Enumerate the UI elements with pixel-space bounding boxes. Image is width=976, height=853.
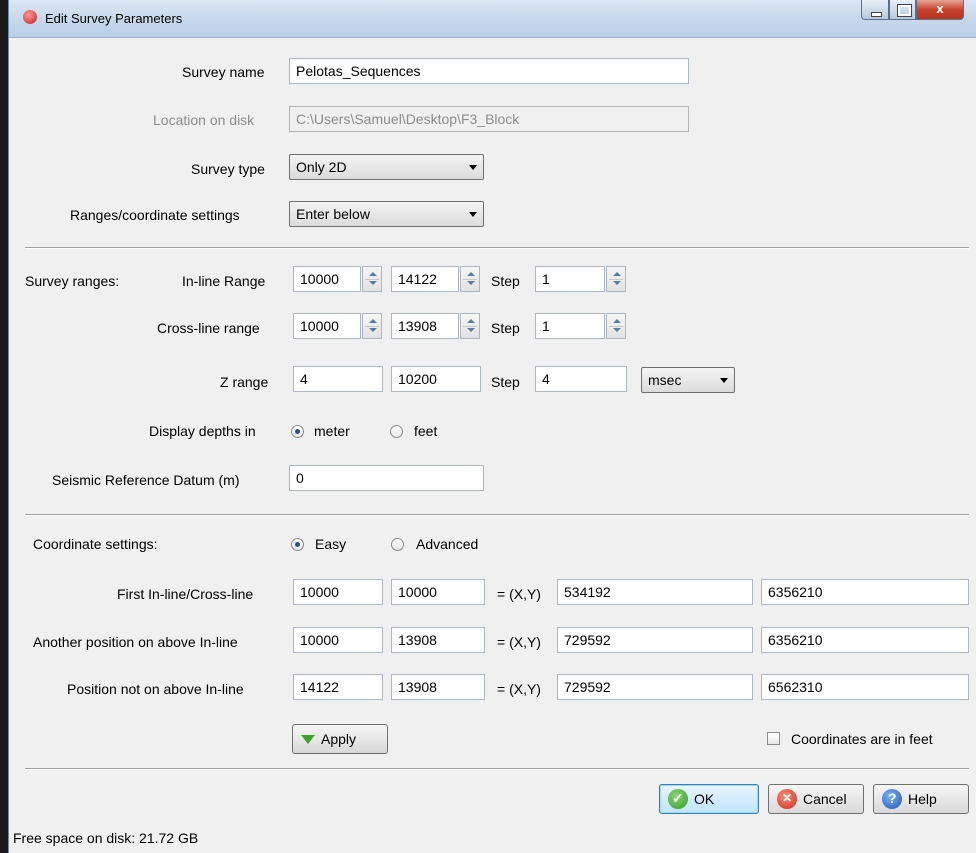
inline-start-input[interactable]: 10000 [293, 266, 361, 292]
z-step-input[interactable]: 4 [535, 366, 627, 392]
check-icon [668, 789, 688, 809]
crossline-start-input[interactable]: 10000 [293, 313, 361, 339]
title-bar[interactable]: Edit Survey Parameters x [9, 0, 976, 38]
cancel-button-label: Cancel [803, 791, 847, 807]
crossline-step-label: Step [491, 320, 520, 336]
another-y-input[interactable]: 6356210 [761, 627, 969, 653]
help-button-label: Help [908, 791, 937, 807]
cancel-icon [777, 789, 797, 809]
another-inline-input[interactable]: 10000 [293, 627, 383, 653]
arrow-down-icon [301, 734, 315, 744]
z-stop-input[interactable]: 10200 [391, 366, 481, 392]
survey-type-value: Only 2D [296, 159, 347, 175]
inline-range-label: In-line Range [182, 273, 266, 289]
apply-button-label: Apply [321, 731, 357, 747]
coords-feet-checkbox[interactable] [767, 732, 780, 745]
ok-button-label: OK [694, 791, 715, 807]
window-title: Edit Survey Parameters [45, 11, 183, 26]
apply-button[interactable]: Apply [292, 724, 388, 754]
minimize-button[interactable] [861, 0, 889, 20]
crossline-stop-input[interactable]: 13908 [391, 313, 459, 339]
close-icon: x [936, 1, 944, 16]
inline-start-spinner[interactable] [362, 266, 382, 292]
not-on-inline-label: Position not on above In-line [67, 681, 244, 697]
datum-label: Seismic Reference Datum (m) [52, 472, 240, 488]
eq-xy-label: = (X,Y) [497, 681, 541, 697]
separator [25, 514, 969, 516]
maximize-button[interactable] [889, 0, 916, 20]
third-x-input[interactable]: 729592 [557, 674, 753, 700]
first-crossline-input[interactable]: 10000 [391, 579, 485, 605]
easy-radio-label[interactable]: Easy [315, 536, 346, 552]
first-x-input[interactable]: 534192 [557, 579, 753, 605]
edit-survey-dialog: Edit Survey Parameters x Survey name Pel… [8, 0, 976, 853]
location-input: C:\Users\Samuel\Desktop\F3_Block [289, 106, 689, 132]
survey-type-select[interactable]: Only 2D [289, 154, 484, 180]
survey-name-input[interactable]: Pelotas_Sequences [289, 58, 689, 84]
crossline-step-input[interactable]: 1 [535, 313, 605, 339]
first-inline-input[interactable]: 10000 [293, 579, 383, 605]
help-icon [882, 789, 902, 809]
survey-ranges-label: Survey ranges: [25, 273, 120, 289]
coords-feet-label[interactable]: Coordinates are in feet [791, 731, 933, 747]
chevron-down-icon [469, 165, 477, 170]
free-space-label: Free space on disk: 21.72 GB [13, 830, 199, 846]
separator [25, 768, 969, 770]
inline-stop-input[interactable]: 14122 [391, 266, 459, 292]
help-button[interactable]: Help [873, 784, 969, 814]
z-unit-select[interactable]: msec [641, 367, 735, 393]
another-position-label: Another position on above In-line [33, 634, 238, 650]
survey-type-label: Survey type [191, 161, 265, 177]
inline-step-label: Step [491, 273, 520, 289]
inline-step-input[interactable]: 1 [535, 266, 605, 292]
eq-xy-label: = (X,Y) [497, 586, 541, 602]
easy-radio[interactable] [291, 538, 304, 551]
datum-input[interactable]: 0 [289, 465, 484, 491]
feet-radio[interactable] [390, 425, 403, 438]
z-step-label: Step [491, 374, 520, 390]
meter-radio-label[interactable]: meter [314, 423, 350, 439]
separator [25, 247, 969, 249]
ranges-setting-value: Enter below [296, 206, 370, 222]
location-label: Location on disk [153, 112, 255, 128]
first-y-input[interactable]: 6356210 [761, 579, 969, 605]
crossline-stop-spinner[interactable] [460, 313, 480, 339]
third-crossline-input[interactable]: 13908 [391, 674, 485, 700]
crossline-step-spinner[interactable] [606, 313, 626, 339]
advanced-radio[interactable] [391, 538, 404, 551]
status-bar: Free space on disk: 21.72 GB [9, 820, 976, 853]
ok-button[interactable]: OK [659, 784, 759, 814]
inline-step-spinner[interactable] [606, 266, 626, 292]
coord-settings-label: Coordinate settings: [33, 536, 158, 552]
third-y-input[interactable]: 6562310 [761, 674, 969, 700]
survey-name-label: Survey name [182, 64, 265, 80]
meter-radio[interactable] [291, 425, 304, 438]
close-button[interactable]: x [916, 0, 964, 20]
depths-label: Display depths in [149, 423, 256, 439]
cancel-button[interactable]: Cancel [768, 784, 864, 814]
advanced-radio-label[interactable]: Advanced [416, 536, 478, 552]
feet-radio-label[interactable]: feet [414, 423, 437, 439]
crossline-range-label: Cross-line range [157, 320, 260, 336]
another-crossline-input[interactable]: 13908 [391, 627, 485, 653]
z-range-label: Z range [220, 374, 269, 390]
crossline-start-spinner[interactable] [362, 313, 382, 339]
ranges-setting-select[interactable]: Enter below [289, 201, 484, 227]
z-start-input[interactable]: 4 [293, 366, 383, 392]
ranges-setting-label: Ranges/coordinate settings [70, 207, 240, 223]
eq-xy-label: = (X,Y) [497, 634, 541, 650]
inline-stop-spinner[interactable] [460, 266, 480, 292]
third-inline-input[interactable]: 14122 [293, 674, 383, 700]
chevron-down-icon [469, 212, 477, 217]
chevron-down-icon [720, 378, 728, 383]
first-position-label: First In-line/Cross-line [117, 586, 254, 602]
another-x-input[interactable]: 729592 [557, 627, 753, 653]
z-unit-value: msec [648, 372, 682, 388]
survey-app-icon [23, 10, 37, 24]
